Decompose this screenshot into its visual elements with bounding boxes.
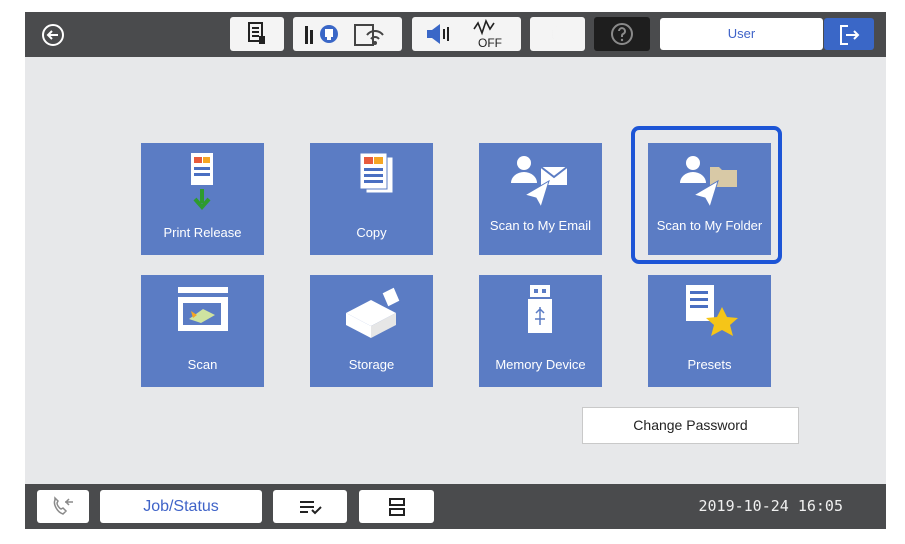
- date-time-display: 2019-10-24 16:05: [698, 497, 844, 515]
- tile-label: Copy: [356, 225, 387, 240]
- scan-to-email-tile[interactable]: Scan to My Email: [479, 143, 602, 255]
- sleep-button[interactable]: [530, 17, 585, 51]
- tile-label: Scan to My Email: [489, 218, 592, 233]
- memory-device-tile[interactable]: Memory Device: [479, 275, 602, 387]
- network-status-button[interactable]: [293, 17, 402, 51]
- volume-icon: [427, 24, 449, 44]
- scan-icon: [178, 287, 228, 331]
- help-icon: [611, 23, 633, 45]
- job-queue-icon: [300, 501, 322, 515]
- print-release-icon: [191, 153, 213, 211]
- tile-label: Scan: [187, 357, 218, 372]
- network-icon: [305, 25, 338, 44]
- back-icon: [42, 24, 64, 46]
- presets-tile[interactable]: Presets: [648, 275, 771, 387]
- copy-tile[interactable]: Copy: [310, 143, 433, 255]
- storage-icon: [346, 286, 401, 338]
- selected-tile-highlight: [631, 126, 782, 264]
- fax-icon: [53, 496, 73, 515]
- printer-panel-screen: OFF User Print Release Copy Scan to My E…: [25, 12, 886, 529]
- sleep-icon: [551, 25, 561, 43]
- copy-icon: [359, 153, 394, 194]
- sleep-timer-off-icon: OFF: [473, 19, 502, 49]
- bottom-bar: Job/Status 2019-10-24 16:05: [25, 484, 886, 529]
- scan-tile[interactable]: Scan: [141, 275, 264, 387]
- help-button[interactable]: [594, 17, 650, 51]
- svg-text:OFF: OFF: [478, 36, 502, 49]
- logout-icon: [840, 25, 860, 45]
- memory-device-icon: [528, 285, 552, 333]
- user-field[interactable]: User: [660, 18, 823, 50]
- back-button[interactable]: [41, 23, 65, 47]
- job-queue-button[interactable]: [273, 490, 347, 523]
- job-info-button[interactable]: [230, 17, 284, 51]
- stop-icon: [389, 498, 405, 516]
- storage-tile[interactable]: Storage: [310, 275, 433, 387]
- wifi-icon: [354, 24, 384, 46]
- tile-label: Memory Device: [495, 357, 586, 372]
- tile-label: Presets: [687, 357, 732, 372]
- top-status-bar: OFF User: [25, 12, 886, 57]
- logout-button[interactable]: [824, 18, 874, 50]
- job-info-icon: [248, 22, 265, 44]
- stop-button[interactable]: [359, 490, 434, 523]
- change-password-button[interactable]: Change Password: [582, 407, 799, 444]
- volume-and-sleep-button[interactable]: OFF: [412, 17, 521, 51]
- print-release-tile[interactable]: Print Release: [141, 143, 264, 255]
- tile-label: Storage: [348, 357, 395, 372]
- presets-icon: [686, 285, 738, 336]
- job-status-button[interactable]: Job/Status: [100, 490, 262, 523]
- tile-label: Print Release: [163, 225, 242, 240]
- scan-to-email-icon: [511, 156, 568, 209]
- fax-button[interactable]: [37, 490, 89, 523]
